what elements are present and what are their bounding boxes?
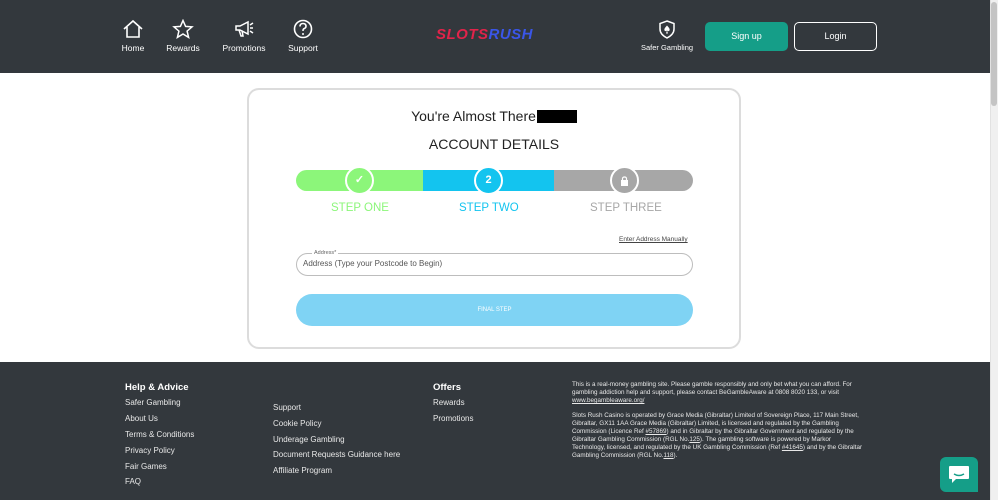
footer-link-document-requests[interactable]: Document Requests Guidance here bbox=[273, 450, 400, 459]
step-three-label: STEP THREE bbox=[590, 202, 662, 214]
registration-card: You're Almost There ACCOUNT DETAILS ✓ 2 … bbox=[247, 88, 741, 349]
chat-button[interactable] bbox=[940, 457, 978, 492]
logo-text-slots: SLOTS bbox=[436, 26, 489, 43]
star-icon bbox=[172, 19, 194, 39]
login-button[interactable]: Login bbox=[794, 22, 877, 51]
footer-link-fair-games[interactable]: Fair Games bbox=[125, 462, 167, 471]
card-heading: You're Almost There bbox=[249, 108, 739, 124]
rgl-118-link[interactable]: 118 bbox=[663, 452, 673, 459]
enter-address-manually-link[interactable]: Enter Address Manually bbox=[619, 236, 688, 243]
final-step-button[interactable]: FINAL STEP bbox=[296, 294, 693, 326]
nav-promotions[interactable]: Promotions bbox=[214, 19, 274, 53]
step-one-marker: ✓ bbox=[345, 166, 374, 195]
safer-gambling-link[interactable]: Safer Gambling bbox=[638, 20, 696, 52]
footer-link-rewards[interactable]: Rewards bbox=[433, 398, 465, 407]
address-field-label: Address* bbox=[312, 250, 339, 256]
step-two-number: 2 bbox=[485, 174, 492, 186]
footer-link-about-us[interactable]: About Us bbox=[125, 414, 158, 423]
legal-text-2e: ). bbox=[673, 452, 678, 459]
footer-link-cookie-policy[interactable]: Cookie Policy bbox=[273, 419, 321, 428]
footer-link-faq[interactable]: FAQ bbox=[125, 477, 141, 486]
redacted-name bbox=[536, 110, 577, 123]
nav-support-label: Support bbox=[288, 43, 318, 53]
footer-link-underage[interactable]: Underage Gambling bbox=[273, 435, 345, 444]
legal-text: This is a real-money gambling site. Plea… bbox=[572, 381, 864, 467]
home-icon bbox=[123, 19, 143, 38]
site-logo[interactable]: SLOTSRUSH bbox=[436, 26, 533, 43]
footer-link-promotions[interactable]: Promotions bbox=[433, 414, 473, 423]
offers-heading: Offers bbox=[433, 382, 461, 393]
rgl-125-link[interactable]: 125 bbox=[689, 436, 700, 443]
card-subheading: ACCOUNT DETAILS bbox=[428, 136, 560, 152]
megaphone-icon bbox=[235, 20, 254, 37]
site-footer: Help & Advice Safer Gambling About Us Te… bbox=[0, 362, 990, 500]
shield-spade-icon bbox=[659, 20, 675, 39]
site-header: Home Rewards Promotions Support SLOTSRUS… bbox=[0, 0, 990, 73]
nav-support[interactable]: Support bbox=[273, 19, 333, 53]
footer-link-privacy[interactable]: Privacy Policy bbox=[125, 446, 175, 455]
nav-home-label: Home bbox=[121, 43, 145, 53]
footer-link-safer-gambling[interactable]: Safer Gambling bbox=[125, 398, 181, 407]
nav-rewards-label: Rewards bbox=[166, 43, 200, 53]
legal-paragraph-2: Slots Rush Casino is operated by Grace M… bbox=[572, 412, 864, 460]
footer-link-affiliate[interactable]: Affiliate Program bbox=[273, 466, 332, 475]
step-three-marker bbox=[610, 166, 639, 195]
footer-link-terms[interactable]: Terms & Conditions bbox=[125, 430, 194, 439]
legal-paragraph-1: This is a real-money gambling site. Plea… bbox=[572, 381, 864, 405]
help-advice-heading: Help & Advice bbox=[125, 382, 189, 393]
logo-text-rush: RUSH bbox=[488, 26, 534, 43]
step-one-label: STEP ONE bbox=[331, 202, 389, 214]
question-icon bbox=[293, 19, 313, 39]
begambleaware-link[interactable]: www.begambleaware.org/ bbox=[572, 397, 644, 404]
lock-icon bbox=[621, 176, 628, 186]
legal-text-1a: This is a real-money gambling site. Plea… bbox=[572, 381, 852, 396]
card-heading-text: You're Almost There bbox=[411, 108, 536, 124]
check-icon: ✓ bbox=[354, 174, 365, 186]
chat-icon bbox=[949, 466, 969, 483]
step-two-label: STEP TWO bbox=[459, 202, 519, 214]
address-input[interactable]: Address (Type your Postcode to Begin) bbox=[296, 253, 693, 276]
signup-button[interactable]: Sign up bbox=[705, 22, 788, 51]
footer-link-support[interactable]: Support bbox=[273, 403, 301, 412]
safer-gambling-label: Safer Gambling bbox=[640, 43, 694, 52]
nav-rewards[interactable]: Rewards bbox=[153, 19, 213, 53]
step-two-marker: 2 bbox=[474, 166, 503, 195]
nav-promotions-label: Promotions bbox=[222, 43, 266, 53]
licence-ref-link[interactable]: #57869 bbox=[646, 428, 667, 435]
ukgc-ref-link[interactable]: #41645 bbox=[782, 444, 803, 451]
scrollbar-thumb[interactable] bbox=[991, 2, 997, 106]
